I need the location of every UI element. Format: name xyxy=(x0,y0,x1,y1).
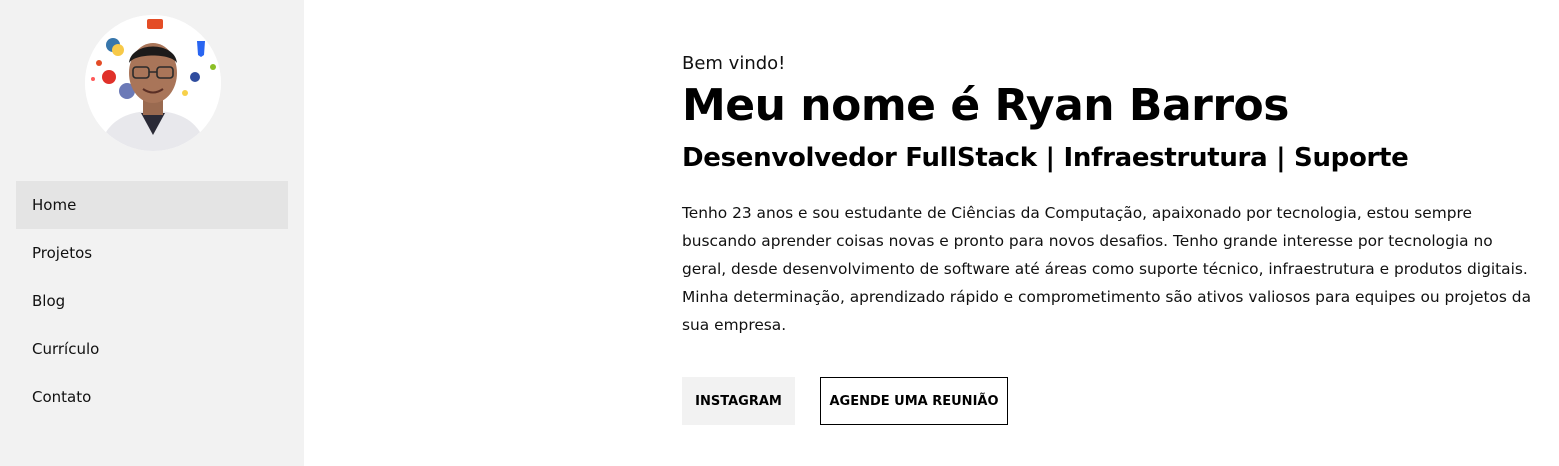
job-title: Desenvolvedor FullStack | Infraestrutura… xyxy=(682,143,1409,173)
nav-item-home[interactable]: Home xyxy=(16,181,288,229)
nav-item-contato[interactable]: Contato xyxy=(16,373,288,421)
avatar-photo xyxy=(85,15,221,151)
sidebar-nav: Home Projetos Blog Currículo Contato xyxy=(16,181,288,421)
instagram-button[interactable]: INSTAGRAM xyxy=(682,377,795,425)
avatar xyxy=(85,15,221,151)
greeting-text: Bem vindo! xyxy=(682,53,786,74)
sidebar: Home Projetos Blog Currículo Contato xyxy=(0,0,304,466)
nav-item-curriculo[interactable]: Currículo xyxy=(16,325,288,373)
bio-paragraph: Tenho 23 anos e sou estudante de Ciência… xyxy=(682,204,1532,334)
nav-item-projetos[interactable]: Projetos xyxy=(16,229,288,277)
nav-item-blog[interactable]: Blog xyxy=(16,277,288,325)
schedule-meeting-button[interactable]: AGENDE UMA REUNIÃO xyxy=(820,377,1008,425)
page-title: Meu nome é Ryan Barros xyxy=(682,80,1289,131)
